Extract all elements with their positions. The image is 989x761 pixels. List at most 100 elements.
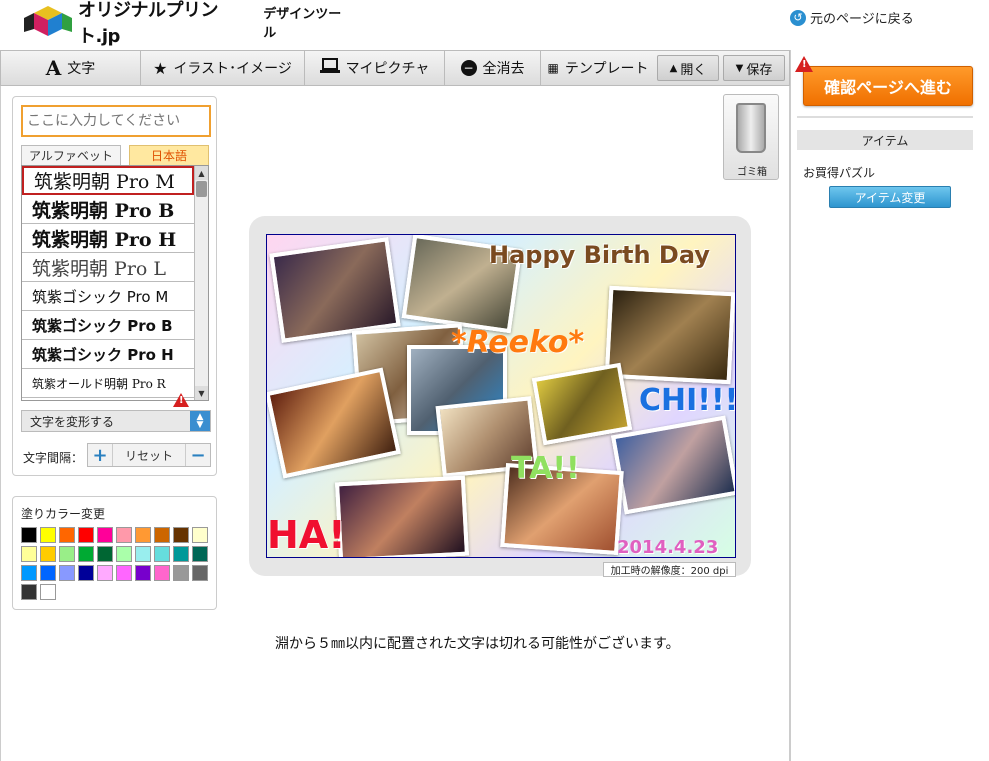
color-swatch[interactable] — [21, 584, 37, 600]
font-item[interactable]: 筑紫明朝 Pro H — [22, 224, 194, 253]
color-swatch[interactable] — [135, 527, 151, 543]
color-swatch[interactable] — [40, 584, 56, 600]
color-swatch[interactable] — [40, 546, 56, 562]
color-swatch[interactable] — [97, 527, 113, 543]
back-to-previous-page-link[interactable]: ↺ 元のページに戻る — [790, 8, 914, 27]
color-swatch[interactable] — [59, 565, 75, 581]
tab-alphabet[interactable]: アルファベット — [21, 145, 121, 165]
item-heading: アイテム — [797, 130, 973, 150]
color-swatch[interactable] — [97, 565, 113, 581]
design-text-reeko[interactable]: *Reeko* — [451, 325, 584, 360]
color-swatch[interactable] — [40, 527, 56, 543]
color-swatches — [21, 527, 211, 600]
right-panel: 確認ページへ進む ! アイテム お買得パズル アイテム変更 — [790, 50, 989, 761]
design-canvas[interactable]: Happy Birth Day *Reeko* CHI!!! TA!! HA! … — [266, 234, 736, 558]
return-arrow-icon: ↺ — [790, 9, 806, 26]
spacing-reset-button[interactable]: リセット — [112, 444, 186, 466]
mypicture-label: マイピクチャ — [345, 61, 430, 77]
color-swatch[interactable] — [173, 527, 189, 543]
header: オリジナルプリント.jp デザインツール ↺ 元のページに戻る — [0, 0, 989, 48]
clear-all-label: 全消去 — [482, 61, 525, 77]
color-swatch[interactable] — [135, 546, 151, 562]
illust-image-button[interactable]: ★ イラスト･イメージ — [141, 51, 305, 85]
color-swatch[interactable] — [78, 546, 94, 562]
scroll-up-icon[interactable]: ▲ — [195, 166, 208, 180]
item-change-button[interactable]: アイテム変更 — [829, 186, 951, 208]
color-swatch[interactable] — [173, 565, 189, 581]
color-swatch[interactable] — [154, 546, 170, 562]
confirm-page-button[interactable]: 確認ページへ進む — [803, 66, 973, 106]
star-icon: ★ — [153, 58, 168, 78]
color-swatch[interactable] — [192, 565, 208, 581]
letter-spacing-control: + リセット − — [87, 443, 211, 467]
trash-can-icon — [736, 103, 766, 153]
color-swatch[interactable] — [21, 527, 37, 543]
logo-cube-icon — [22, 4, 74, 40]
spacing-increase-button[interactable]: + — [88, 444, 112, 466]
minus-circle-icon: − — [460, 60, 477, 76]
save-button[interactable]: ▼ 保存 — [723, 55, 785, 81]
letter-a-icon: A — [45, 56, 62, 80]
color-swatch[interactable] — [154, 565, 170, 581]
design-text-date[interactable]: 2014.4.23 — [617, 537, 718, 557]
collage-photo[interactable] — [267, 367, 401, 479]
collage-photo[interactable] — [334, 475, 470, 557]
text-tool-button[interactable]: A 文字 — [1, 51, 141, 85]
font-item[interactable]: 筑紫ゴシック Pro H — [22, 340, 194, 369]
design-text-ta[interactable]: TA!! — [511, 451, 580, 486]
open-button[interactable]: ▲ 開く — [657, 55, 719, 81]
color-swatch[interactable] — [59, 527, 75, 543]
text-input-field[interactable] — [21, 105, 211, 137]
select-arrows-icon: ▲ ▼ — [190, 411, 210, 431]
open-label: 開く — [680, 62, 707, 78]
color-swatch[interactable] — [173, 546, 189, 562]
color-swatch[interactable] — [21, 565, 37, 581]
color-swatch[interactable] — [116, 527, 132, 543]
collage-photo[interactable] — [604, 285, 735, 385]
font-item[interactable]: 筑紫明朝 Pro B — [22, 195, 194, 224]
clear-all-button[interactable]: − 全消去 — [445, 51, 541, 85]
font-item[interactable]: 筑紫明朝 Pro L — [22, 253, 194, 282]
mypicture-button[interactable]: マイピクチャ — [305, 51, 445, 85]
color-swatch[interactable] — [135, 565, 151, 581]
color-swatch[interactable] — [192, 546, 208, 562]
template-button[interactable]: ▦ テンプレート — [541, 51, 655, 85]
color-swatch[interactable] — [78, 527, 94, 543]
design-text-ha[interactable]: HA! — [267, 513, 346, 557]
site-logo[interactable]: オリジナルプリント.jp デザインツール — [22, 0, 352, 47]
text-transform-select[interactable]: 文字を変形する ▲ ▼ — [21, 410, 211, 432]
color-swatch[interactable] — [116, 546, 132, 562]
text-transform-label: 文字を変形する — [30, 414, 115, 429]
font-item[interactable]: 筑紫ゴシック Pro M — [22, 282, 194, 311]
scroll-down-icon[interactable]: ▼ — [195, 386, 208, 400]
font-item[interactable]: 筑紫オールド明朝 Pro R — [22, 369, 194, 398]
save-label: 保存 — [746, 62, 773, 78]
scroll-thumb[interactable] — [196, 181, 207, 197]
arrow-up-icon: ▲ — [669, 62, 678, 74]
font-list-scrollbar[interactable]: ▲ ▼ — [194, 166, 208, 400]
spacing-decrease-button[interactable]: − — [186, 444, 210, 466]
color-swatch[interactable] — [78, 565, 94, 581]
font-item[interactable]: 筑紫ゴシック Pro B — [22, 311, 194, 340]
color-swatch[interactable] — [40, 565, 56, 581]
logo-subtitle: デザインツール — [263, 7, 342, 41]
trash-button[interactable]: ゴミ箱 — [723, 94, 779, 180]
color-swatch[interactable] — [154, 527, 170, 543]
design-text-happy-birthday[interactable]: Happy Birth Day — [489, 241, 710, 269]
color-swatch[interactable] — [21, 546, 37, 562]
template-label: テンプレート — [564, 61, 649, 77]
color-swatch[interactable] — [97, 546, 113, 562]
color-swatch[interactable] — [116, 565, 132, 581]
color-swatch[interactable] — [192, 527, 208, 543]
collage-photo[interactable] — [610, 415, 735, 515]
collage-photo[interactable] — [269, 237, 401, 343]
font-item[interactable]: 筑紫明朝 Pro M — [22, 166, 194, 195]
text-settings-panel: アルファベット 日本語 筑紫明朝 Pro M 筑紫明朝 Pro B 筑紫明朝 P… — [12, 96, 217, 476]
collage-photo[interactable] — [531, 362, 633, 446]
tab-japanese[interactable]: 日本語 — [129, 145, 209, 165]
color-swatch[interactable] — [59, 546, 75, 562]
item-name: お買得パズル — [803, 166, 876, 180]
warning-icon: ! — [795, 56, 813, 72]
design-text-chi[interactable]: CHI!!! — [639, 383, 735, 418]
warning-icon: ! — [173, 393, 189, 407]
